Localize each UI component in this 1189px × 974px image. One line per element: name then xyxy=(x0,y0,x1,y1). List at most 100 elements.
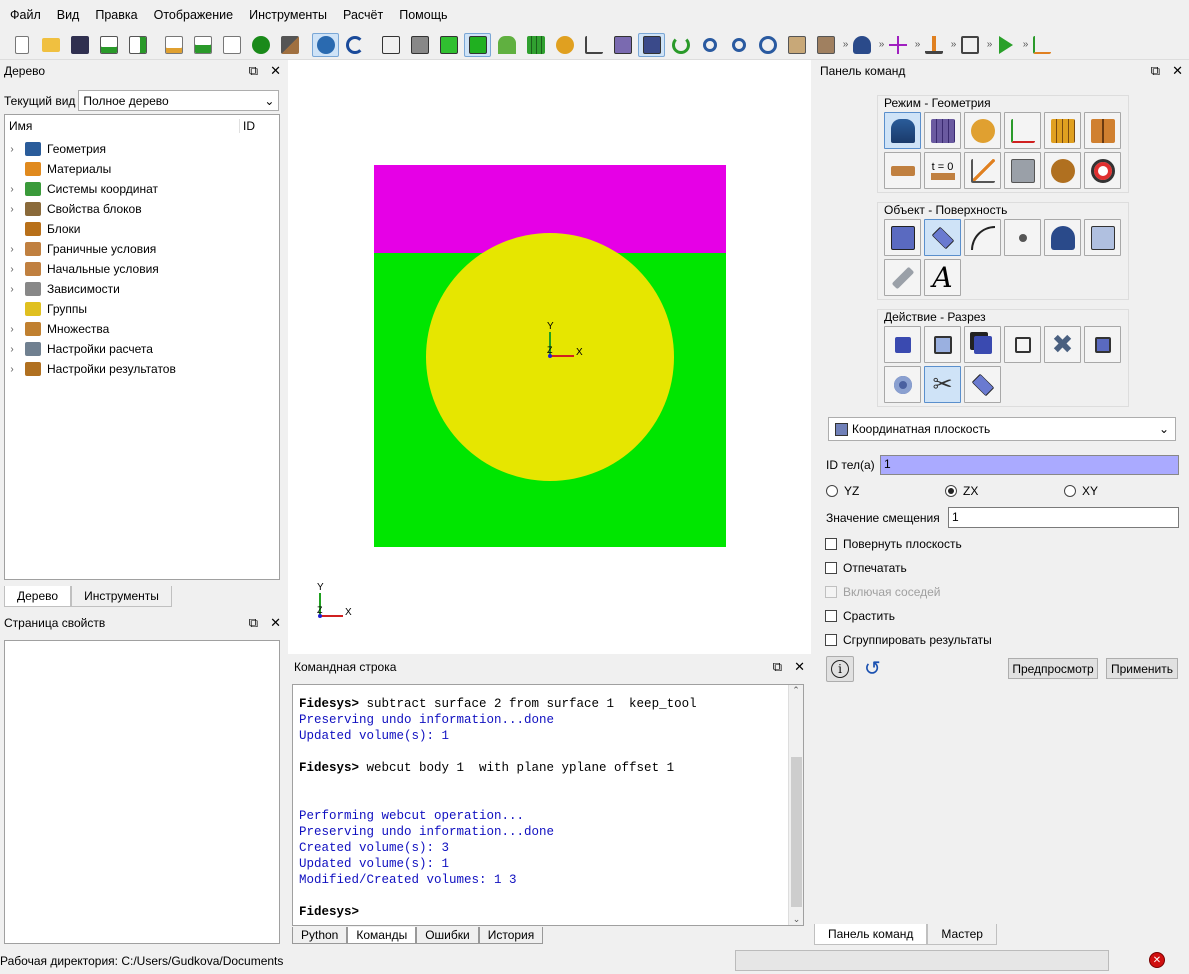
scroll-down-icon[interactable]: ⌄ xyxy=(789,914,804,925)
import-button[interactable] xyxy=(920,33,947,57)
volume-object-button[interactable] xyxy=(884,219,921,256)
imprint-option[interactable]: Отпечатать xyxy=(825,561,907,575)
body-object-button[interactable] xyxy=(1084,219,1121,256)
smooth-shaded-button[interactable] xyxy=(464,32,491,57)
tree-item[interactable]: › Начальные условия xyxy=(5,259,279,279)
group-object-button[interactable] xyxy=(1044,219,1081,256)
menu-calc[interactable]: Расчёт xyxy=(335,8,391,22)
close-icon[interactable]: ✕ xyxy=(270,63,281,79)
refresh-button[interactable] xyxy=(667,33,694,57)
view-cube-button[interactable] xyxy=(783,33,810,57)
vertex-object-button[interactable] xyxy=(1004,219,1041,256)
radio-zx[interactable]: ZX xyxy=(945,484,978,498)
tree-item[interactable]: Материалы xyxy=(5,159,279,179)
run-script-button[interactable] xyxy=(189,33,216,57)
zoom-in-button[interactable] xyxy=(696,33,723,57)
chevron-right-icon[interactable]: › xyxy=(5,144,19,155)
dependencies-button[interactable] xyxy=(964,152,1001,189)
tab-commands[interactable]: Команды xyxy=(347,927,417,944)
save-check-button[interactable] xyxy=(95,33,122,57)
groups-button[interactable] xyxy=(848,33,875,57)
col-id[interactable]: ID xyxy=(239,118,275,133)
tree-item[interactable]: › Системы координат xyxy=(5,179,279,199)
chevron-right-icon[interactable]: › xyxy=(5,344,19,355)
float-icon[interactable]: ⧉ xyxy=(773,659,782,675)
view-select[interactable]: Полное дерево ⌄ xyxy=(78,90,280,111)
delete-button[interactable]: ✖ xyxy=(1044,326,1081,363)
chevron-right-icon[interactable]: › xyxy=(5,364,19,375)
plane-cut-button[interactable] xyxy=(964,366,1001,403)
toolbar-overflow[interactable]: » xyxy=(949,34,957,56)
model-view[interactable]: X Y Z X Y Z xyxy=(288,60,811,654)
run-calc-button[interactable] xyxy=(992,33,1019,57)
calc-settings-button[interactable] xyxy=(1004,152,1041,189)
surface-object-button[interactable] xyxy=(924,219,961,256)
group-results-checkbox[interactable] xyxy=(825,634,837,646)
chevron-right-icon[interactable]: › xyxy=(5,184,19,195)
float-icon[interactable]: ⧉ xyxy=(1151,63,1160,79)
tree-item[interactable]: › Геометрия xyxy=(5,139,279,159)
menu-help[interactable]: Помощь xyxy=(391,8,455,22)
notes-button[interactable] xyxy=(812,33,839,57)
toolbar-overflow[interactable]: » xyxy=(985,34,993,56)
menu-view[interactable]: Вид xyxy=(49,8,88,22)
tree-item[interactable]: › Множества xyxy=(5,319,279,339)
hidden-line-button[interactable] xyxy=(406,33,433,57)
measure-button[interactable] xyxy=(884,259,921,296)
create-button[interactable] xyxy=(884,326,921,363)
axes-button[interactable] xyxy=(580,33,607,57)
scroll-thumb[interactable] xyxy=(791,757,802,907)
menu-file[interactable]: Файл xyxy=(2,8,49,22)
tree-item[interactable]: › Граничные условия xyxy=(5,239,279,259)
radio-yz[interactable]: YZ xyxy=(826,484,859,498)
material-mode-button[interactable] xyxy=(964,112,1001,149)
apply-button[interactable]: Применить xyxy=(1106,658,1178,679)
text-button[interactable]: A xyxy=(924,259,961,296)
tab-tools[interactable]: Инструменты xyxy=(71,586,172,607)
mesh-view-button[interactable] xyxy=(522,33,549,57)
mesh-mode-button[interactable] xyxy=(924,112,961,149)
close-icon[interactable]: ✕ xyxy=(794,659,805,675)
sets-mode-button[interactable] xyxy=(1084,112,1121,149)
toolbar-overflow[interactable]: » xyxy=(841,34,849,56)
group-results-option[interactable]: Сгруппировать результаты xyxy=(825,633,992,647)
hammer-button[interactable] xyxy=(276,33,303,57)
toolbar-overflow[interactable]: » xyxy=(877,34,885,56)
body-id-input[interactable]: 1 xyxy=(880,455,1179,475)
tree-view[interactable]: Имя ID › Геометрия Материалы › Системы коорд… xyxy=(4,114,280,580)
tab-tree[interactable]: Дерево xyxy=(4,586,72,607)
close-icon[interactable]: ✕ xyxy=(270,615,281,631)
scroll-up-icon[interactable]: ⌃ xyxy=(789,685,803,696)
tree-item[interactable]: Блоки xyxy=(5,219,279,239)
geometry-mode-button[interactable] xyxy=(884,112,921,149)
shaded-button[interactable] xyxy=(435,33,462,57)
transparent-button[interactable] xyxy=(493,33,520,57)
offset-input[interactable]: 1 xyxy=(948,507,1179,528)
menu-display[interactable]: Отображение xyxy=(146,8,241,22)
coord-system-button[interactable] xyxy=(1004,112,1041,149)
modify-button[interactable] xyxy=(924,326,961,363)
col-name[interactable]: Имя xyxy=(9,119,32,133)
radio-xy-circle[interactable] xyxy=(1064,485,1076,497)
select-button[interactable] xyxy=(312,32,339,57)
box-view-button[interactable] xyxy=(609,33,636,57)
toolbar-overflow[interactable]: » xyxy=(1021,34,1029,56)
tab-wizard[interactable]: Мастер xyxy=(927,924,997,945)
transform-button[interactable] xyxy=(964,326,1001,363)
boolean-button[interactable] xyxy=(1084,326,1121,363)
id-button[interactable] xyxy=(218,33,245,57)
results-button[interactable] xyxy=(1044,152,1081,189)
merge-option[interactable]: Срастить xyxy=(825,609,895,623)
tab-python[interactable]: Python xyxy=(292,927,348,944)
undo-button[interactable] xyxy=(341,33,368,57)
bounding-box-button[interactable] xyxy=(956,33,983,57)
wireframe-button[interactable] xyxy=(377,33,404,57)
command-output[interactable]: Fidesys> subtract surface 2 from surface… xyxy=(292,684,804,926)
float-icon[interactable]: ⧉ xyxy=(249,615,258,631)
rotate-plane-checkbox[interactable] xyxy=(825,538,837,550)
edit-script-button[interactable] xyxy=(160,33,187,57)
chevron-right-icon[interactable]: › xyxy=(5,244,19,255)
pause-button[interactable] xyxy=(247,33,274,57)
tree-item[interactable]: › Зависимости xyxy=(5,279,279,299)
fit-view-button[interactable] xyxy=(754,33,781,57)
